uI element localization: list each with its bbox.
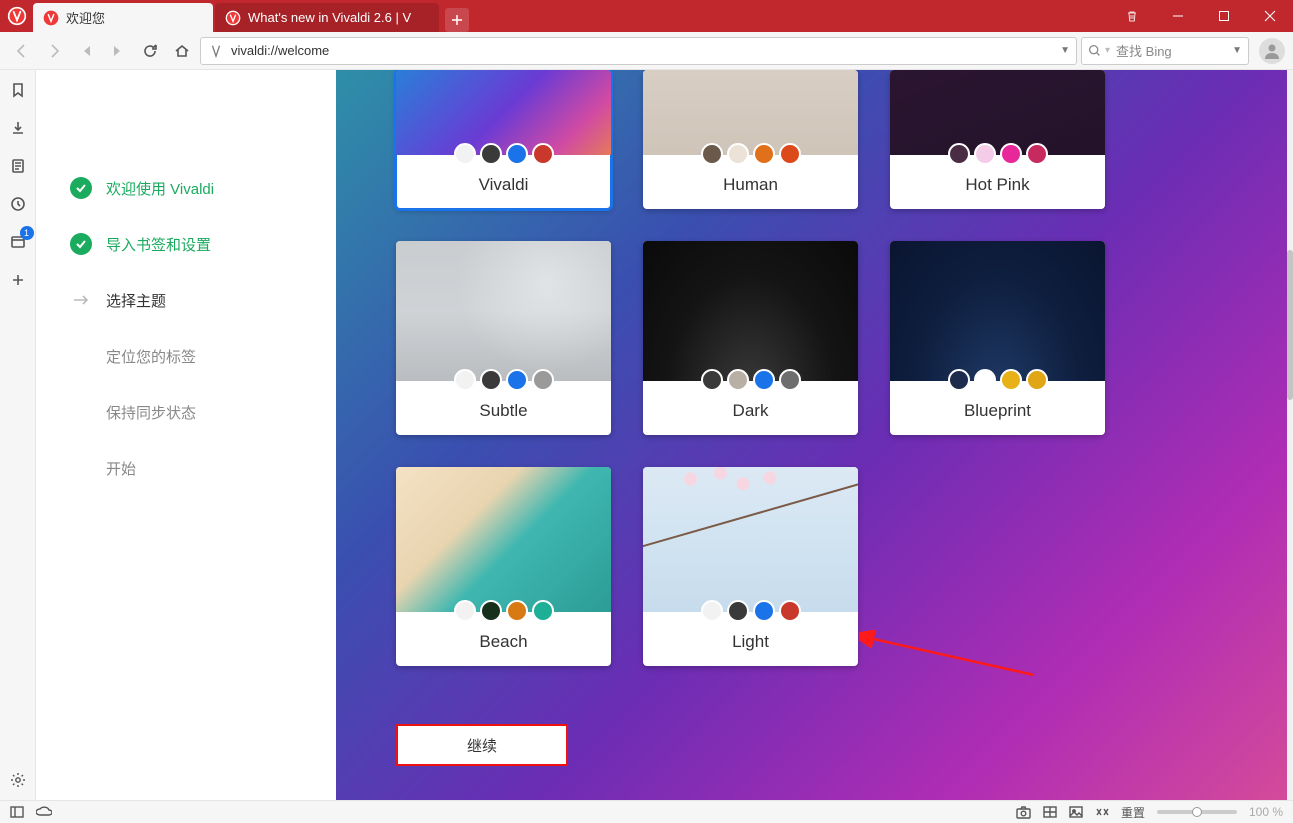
panel-toggle-icon[interactable]	[10, 806, 24, 818]
app-menu-button[interactable]	[0, 0, 33, 32]
theme-name: Light	[643, 632, 858, 666]
theme-name: Vivaldi	[396, 175, 611, 209]
page-actions-icon[interactable]	[1095, 806, 1109, 818]
arrow-right-icon	[70, 289, 92, 311]
theme-name: Dark	[643, 401, 858, 435]
profile-button[interactable]	[1259, 38, 1285, 64]
scrollbar-track[interactable]	[1287, 70, 1293, 800]
sync-icon[interactable]	[36, 806, 52, 818]
theme-card-dark[interactable]: Dark	[643, 241, 858, 435]
new-tab-button[interactable]	[445, 8, 469, 32]
rewind-button[interactable]	[72, 37, 100, 65]
window-controls	[1109, 0, 1293, 32]
forward-button[interactable]	[40, 37, 68, 65]
capture-icon[interactable]	[1016, 806, 1031, 819]
check-icon	[70, 177, 92, 199]
back-button[interactable]	[8, 37, 36, 65]
vivaldi-icon	[43, 10, 59, 26]
zoom-level: 100 %	[1249, 805, 1283, 819]
welcome-steps: 欢迎使用 Vivaldi 导入书签和设置 选择主题 定位您的标签 保持同步状态 …	[36, 70, 336, 800]
tab-title: 欢迎您	[66, 8, 105, 27]
add-panel-button[interactable]	[6, 268, 30, 292]
tab-inactive[interactable]: What's new in Vivaldi 2.6 | V	[215, 3, 439, 32]
settings-icon[interactable]	[6, 768, 30, 792]
tab-title: What's new in Vivaldi 2.6 | V	[248, 10, 411, 25]
theme-card-blueprint[interactable]: Blueprint	[890, 241, 1105, 435]
site-info-icon	[209, 44, 223, 58]
vivaldi-icon	[225, 10, 241, 26]
panel-badge: 1	[20, 226, 34, 240]
theme-name: Subtle	[396, 401, 611, 435]
scrollbar-thumb[interactable]	[1287, 250, 1293, 400]
theme-card-subtle[interactable]: Subtle	[396, 241, 611, 435]
side-panel: 1	[0, 70, 36, 800]
search-placeholder: 查找 Bing	[1116, 41, 1172, 60]
step-theme[interactable]: 选择主题	[70, 272, 336, 328]
home-button[interactable]	[168, 37, 196, 65]
status-bar: 重置 100 %	[0, 800, 1293, 823]
address-bar[interactable]: vivaldi://welcome ▼	[200, 37, 1077, 65]
chevron-down-icon: ▾	[1105, 45, 1110, 56]
history-panel-icon[interactable]	[6, 192, 30, 216]
minimize-button[interactable]	[1155, 0, 1201, 32]
window-panel-icon[interactable]: 1	[6, 230, 30, 254]
step-welcome[interactable]: 欢迎使用 Vivaldi	[70, 160, 336, 216]
title-bar: 欢迎您 What's new in Vivaldi 2.6 | V	[0, 0, 1293, 32]
theme-name: Hot Pink	[890, 175, 1105, 209]
tab-active[interactable]: 欢迎您	[33, 3, 213, 32]
step-tabs[interactable]: 定位您的标签	[70, 328, 336, 384]
fast-forward-button[interactable]	[104, 37, 132, 65]
reload-button[interactable]	[136, 37, 164, 65]
theme-palette	[396, 143, 611, 165]
toolbar: vivaldi://welcome ▼ ▾ 查找 Bing ▼	[0, 32, 1293, 70]
theme-card-beach[interactable]: Beach	[396, 467, 611, 666]
step-start[interactable]: 开始	[70, 440, 336, 496]
chevron-down-icon[interactable]: ▼	[1232, 45, 1242, 56]
chevron-down-icon[interactable]: ▼	[1060, 45, 1070, 56]
bookmarks-panel-icon[interactable]	[6, 78, 30, 102]
zoom-knob[interactable]	[1192, 807, 1202, 817]
search-icon	[1088, 44, 1101, 57]
theme-name: Blueprint	[890, 401, 1105, 435]
theme-name: Human	[643, 175, 858, 209]
trash-button[interactable]	[1109, 0, 1155, 32]
zoom-slider[interactable]	[1157, 810, 1237, 814]
close-button[interactable]	[1247, 0, 1293, 32]
continue-button[interactable]: 继续	[396, 724, 568, 766]
page-content: 欢迎使用 Vivaldi 导入书签和设置 选择主题 定位您的标签 保持同步状态 …	[36, 70, 1293, 800]
notes-panel-icon[interactable]	[6, 154, 30, 178]
theme-name: Beach	[396, 632, 611, 666]
zoom-reset[interactable]: 重置	[1121, 804, 1145, 821]
theme-area: Vivaldi Human Hot Pink Subtle	[336, 70, 1287, 800]
theme-grid: Vivaldi Human Hot Pink Subtle	[336, 70, 1287, 686]
theme-card-human[interactable]: Human	[643, 70, 858, 209]
theme-card-light[interactable]: Light	[643, 467, 858, 666]
url-text: vivaldi://welcome	[231, 43, 329, 58]
images-icon[interactable]	[1069, 806, 1083, 818]
maximize-button[interactable]	[1201, 0, 1247, 32]
tab-strip: 欢迎您 What's new in Vivaldi 2.6 | V	[33, 0, 469, 32]
theme-card-hotpink[interactable]: Hot Pink	[890, 70, 1105, 209]
step-import[interactable]: 导入书签和设置	[70, 216, 336, 272]
downloads-panel-icon[interactable]	[6, 116, 30, 140]
theme-card-vivaldi[interactable]: Vivaldi	[396, 70, 611, 209]
check-icon	[70, 233, 92, 255]
step-sync[interactable]: 保持同步状态	[70, 384, 336, 440]
search-box[interactable]: ▾ 查找 Bing ▼	[1081, 37, 1249, 65]
tiling-icon[interactable]	[1043, 806, 1057, 818]
